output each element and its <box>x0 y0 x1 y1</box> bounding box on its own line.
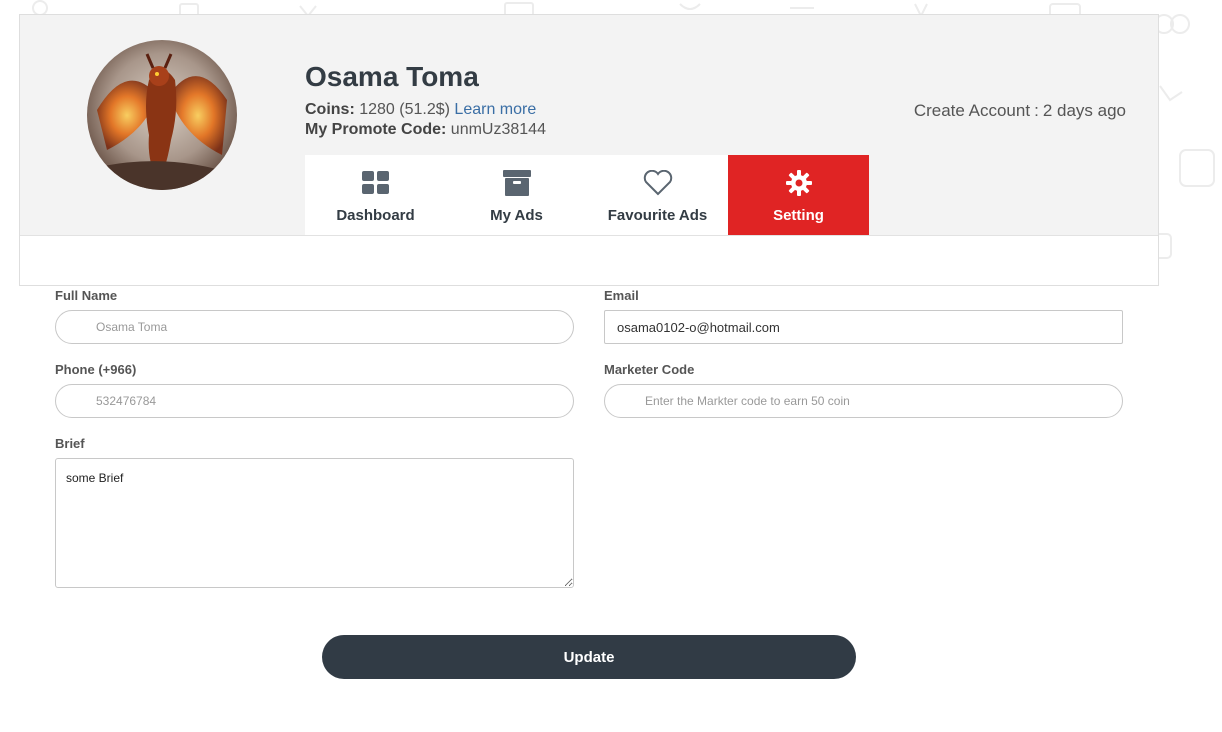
heart-icon <box>643 169 673 197</box>
marketer-code-input[interactable] <box>604 384 1123 418</box>
tab-label: Dashboard <box>336 207 415 224</box>
created-separator: : <box>1034 101 1039 120</box>
account-created: Create Account:2 days ago <box>912 101 1128 121</box>
tab-label: Setting <box>773 207 824 224</box>
profile-tabs: Dashboard My Ads Favourite Ads Setting <box>305 155 869 235</box>
archive-box-icon <box>502 169 532 197</box>
card-footer-band <box>20 235 1158 285</box>
dragon-avatar-image <box>87 40 237 190</box>
coins-value: 1280 (51.2$) <box>359 101 450 118</box>
profile-card: Osama Toma Coins: 1280 (51.2$) Learn mor… <box>19 14 1159 286</box>
tab-label: Favourite Ads <box>607 207 708 224</box>
full-name-input[interactable] <box>55 310 574 344</box>
coins-info: Coins: 1280 (51.2$) Learn more <box>305 101 536 119</box>
learn-more-link[interactable]: Learn more <box>454 101 536 118</box>
dashboard-grid-icon <box>361 169 391 197</box>
brief-textarea[interactable]: some Brief <box>55 458 574 588</box>
promo-code-value: unmUz38144 <box>450 121 546 138</box>
gear-icon <box>784 169 814 197</box>
avatar <box>87 40 237 190</box>
email-input[interactable] <box>604 310 1123 344</box>
promo-code-label: My Promote Code: <box>305 121 447 138</box>
update-button[interactable]: Update <box>322 635 856 679</box>
created-label: Create Account <box>913 101 1031 120</box>
email-label: Email <box>604 288 639 303</box>
tab-my-ads[interactable]: My Ads <box>446 155 587 235</box>
coins-label: Coins: <box>305 101 355 118</box>
marketer-code-label: Marketer Code <box>604 362 695 377</box>
tab-favourite-ads[interactable]: Favourite Ads <box>587 155 728 235</box>
phone-label: Phone (+966) <box>55 362 137 377</box>
user-name: Osama Toma <box>305 61 479 92</box>
created-value: 2 days ago <box>1042 101 1126 120</box>
tab-dashboard[interactable]: Dashboard <box>305 155 446 235</box>
phone-input[interactable] <box>55 384 574 418</box>
promo-code-info: My Promote Code: unmUz38144 <box>305 121 546 139</box>
brief-label: Brief <box>55 436 85 451</box>
tab-setting[interactable]: Setting <box>728 155 869 235</box>
tab-label: My Ads <box>490 207 543 224</box>
full-name-label: Full Name <box>55 288 118 303</box>
